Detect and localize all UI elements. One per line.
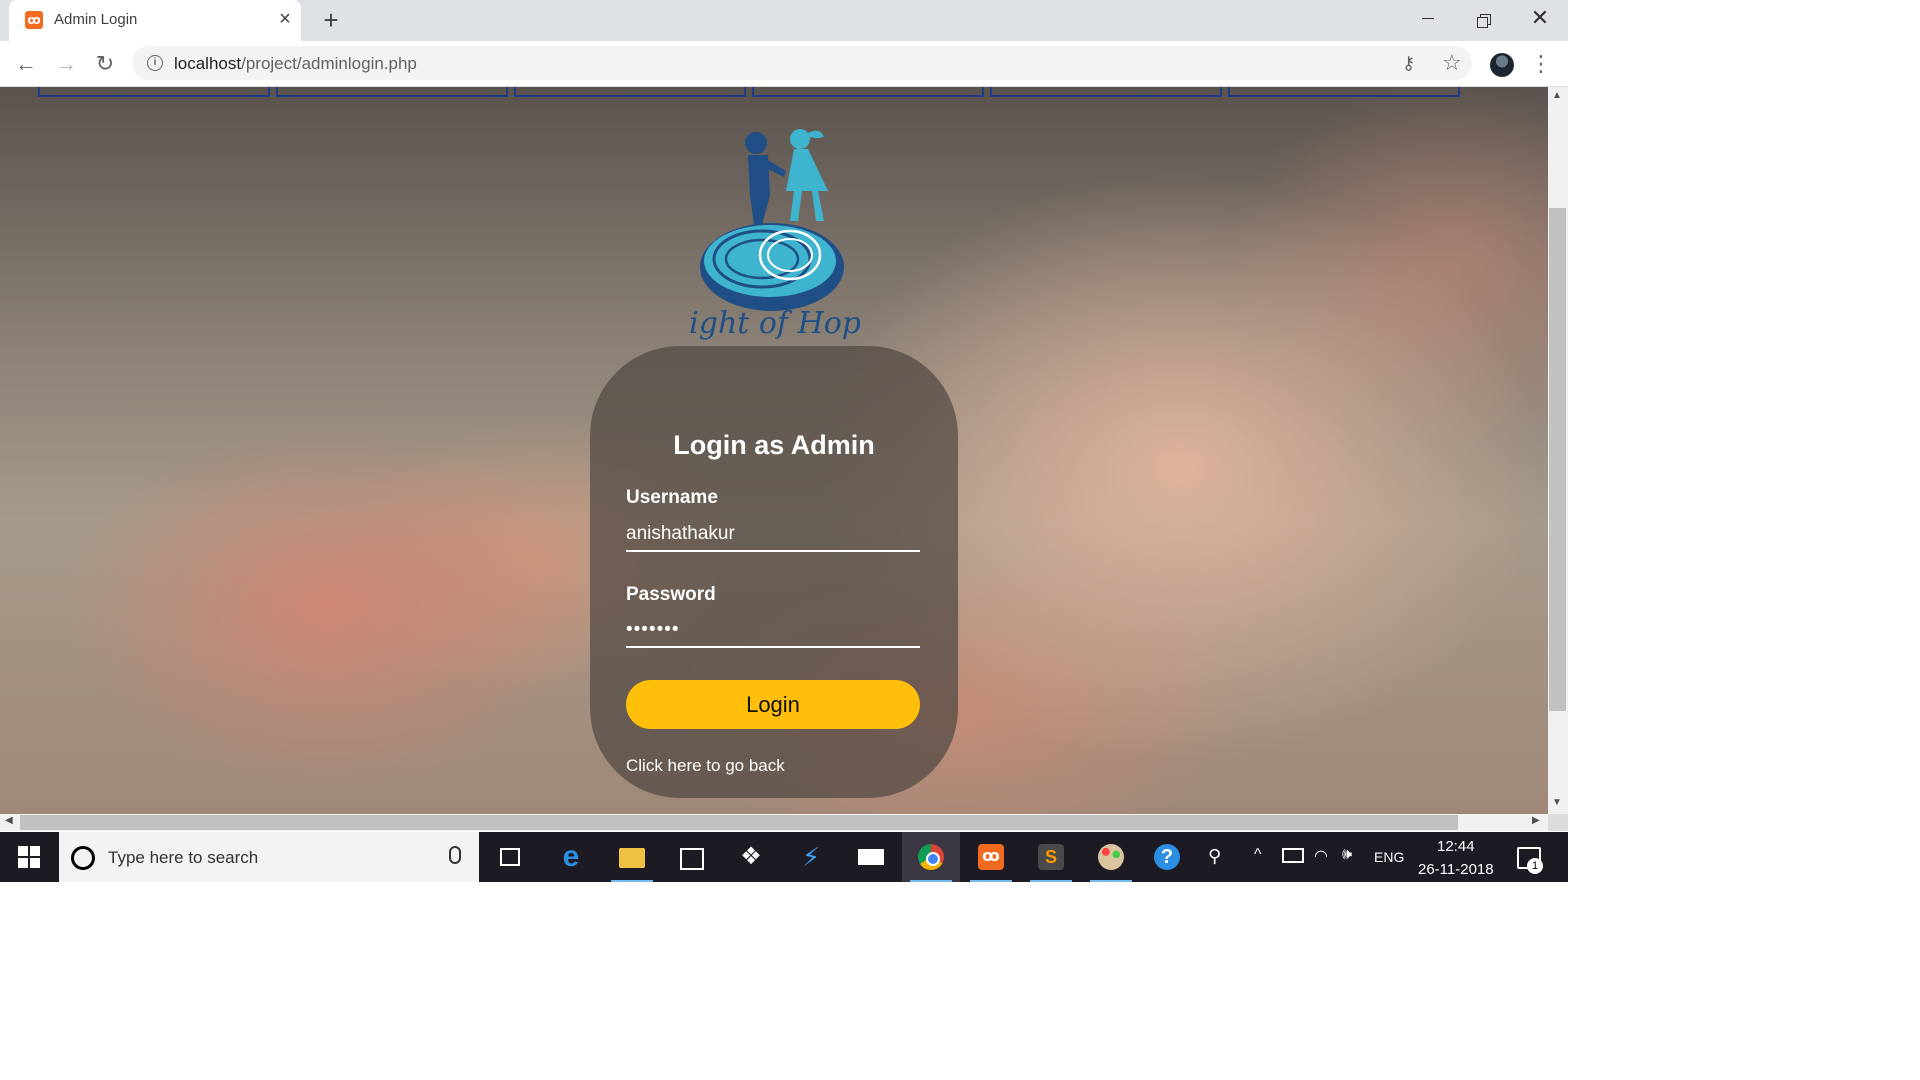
restore-button[interactable] [1470, 6, 1498, 32]
tab-title: Admin Login [54, 11, 138, 28]
url-host: localhost [174, 54, 242, 73]
notification-count: 1 [1527, 858, 1543, 874]
browser-tab[interactable]: ꝏ Admin Login × [9, 0, 301, 41]
windows-start-icon[interactable] [18, 846, 40, 868]
back-arrow-icon[interactable]: ← [12, 50, 40, 78]
chrome-icon[interactable] [902, 832, 960, 882]
minimize-button[interactable] [1414, 6, 1442, 32]
forward-arrow-icon[interactable]: → [52, 50, 80, 78]
scrollbar-corner [1548, 814, 1568, 831]
microphone-icon[interactable] [449, 846, 461, 864]
clock-date[interactable]: 26-11-2018 [1418, 861, 1494, 878]
help-icon[interactable]: ? [1138, 832, 1196, 882]
xampp-favicon-icon: ꝏ [25, 11, 43, 29]
scroll-down-arrow-icon[interactable]: ▼ [1552, 797, 1562, 808]
nav-box[interactable] [38, 87, 270, 97]
people-icon[interactable]: ⚲ [1208, 846, 1221, 896]
password-label: Password [626, 584, 716, 605]
sublime-text-icon[interactable]: S [1022, 832, 1080, 882]
login-title: Login as Admin [673, 430, 875, 460]
scroll-right-arrow-icon[interactable]: ▶ [1532, 815, 1540, 826]
new-tab-button[interactable]: + [318, 6, 344, 34]
vertical-scrollbar[interactable]: ▲ ▼ [1548, 87, 1568, 814]
tab-close-button[interactable]: × [275, 8, 295, 30]
nav-box[interactable] [752, 87, 984, 97]
store-icon[interactable] [664, 832, 722, 882]
cortana-icon[interactable] [71, 846, 95, 870]
horizontal-scrollbar[interactable]: ◀ ▶ [0, 814, 1548, 831]
search-placeholder: Type here to search [108, 848, 259, 867]
nav-box[interactable] [990, 87, 1222, 97]
key-icon[interactable]: ⚷ [1402, 53, 1415, 74]
tab-strip: ꝏ Admin Login × + ✕ [0, 0, 1568, 41]
go-back-link[interactable]: Click here to go back [626, 756, 785, 776]
file-explorer-icon[interactable] [603, 832, 661, 882]
vertical-scroll-thumb[interactable] [1549, 208, 1566, 711]
window-close-button[interactable]: ✕ [1526, 4, 1554, 32]
logo-text: Light of Hope [690, 306, 860, 341]
login-button[interactable]: Login [626, 680, 920, 729]
wifi-icon[interactable]: ◠ [1314, 846, 1328, 896]
nav-box[interactable] [1228, 87, 1460, 97]
xampp-icon[interactable]: ꝏ [962, 832, 1020, 882]
clock-time[interactable]: 12:44 [1437, 838, 1475, 855]
password-input[interactable]: ••••••• [626, 614, 920, 648]
nav-box[interactable] [276, 87, 508, 97]
username-label: Username [626, 487, 718, 508]
paint-icon[interactable] [1082, 832, 1140, 882]
scroll-left-arrow-icon[interactable]: ◀ [5, 815, 13, 826]
battery-icon[interactable] [1282, 848, 1304, 863]
horizontal-scroll-thumb[interactable] [20, 815, 1458, 830]
visual-studio-icon[interactable]: ⚡ [782, 832, 840, 882]
url-path: /project/adminlogin.php [241, 54, 417, 73]
reload-icon[interactable]: ↻ [91, 50, 119, 78]
scroll-up-arrow-icon[interactable]: ▲ [1552, 90, 1562, 101]
username-input[interactable] [626, 518, 920, 552]
windows-taskbar: Type here to search e ❖ ⚡ ꝏ S ? ⚲ ^ ◠ 🕪 … [0, 832, 1568, 882]
light-of-hope-logo: Light of Hope [690, 129, 860, 341]
top-nav-boxes [38, 87, 1463, 97]
volume-icon[interactable]: 🕪 [1342, 846, 1352, 896]
language-indicator[interactable]: ENG [1374, 849, 1404, 899]
menu-dots-icon[interactable]: ⋮ [1530, 49, 1552, 79]
dropbox-icon[interactable]: ❖ [722, 832, 780, 882]
task-view-icon[interactable] [481, 832, 539, 882]
url-text[interactable]: localhost/project/adminlogin.php [174, 54, 417, 74]
taskbar-search-box[interactable]: Type here to search [59, 832, 479, 882]
site-info-icon[interactable]: i [147, 55, 163, 71]
address-bar[interactable]: i localhost/project/adminlogin.php ⚷ ☆ [132, 46, 1472, 80]
edge-icon[interactable]: e [542, 832, 600, 882]
browser-toolbar: ← → ↻ i localhost/project/adminlogin.php… [0, 41, 1568, 87]
nav-box[interactable] [514, 87, 746, 97]
tray-overflow-icon[interactable]: ^ [1254, 846, 1262, 896]
profile-avatar[interactable] [1490, 53, 1514, 77]
login-card: Login as Admin Username Password •••••••… [590, 346, 958, 798]
bookmark-star-icon[interactable]: ☆ [1442, 50, 1462, 76]
page-background: Light of Hope Login as Admin Username Pa… [0, 87, 1548, 814]
mail-icon[interactable] [842, 832, 900, 882]
